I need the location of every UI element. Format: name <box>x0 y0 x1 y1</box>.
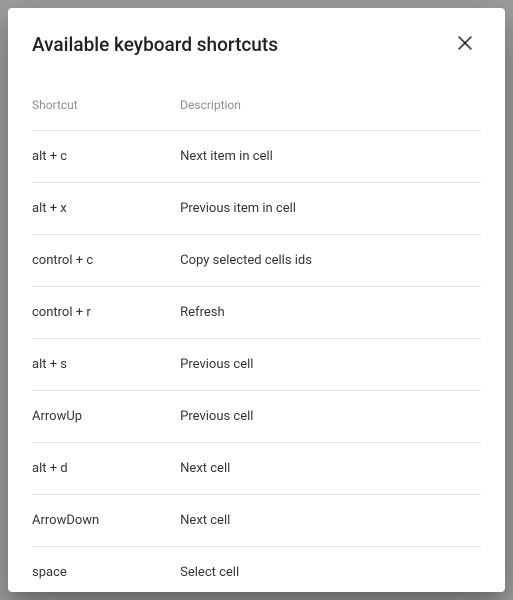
description-cell: Refresh <box>180 287 481 339</box>
shortcut-cell: alt + c <box>32 131 180 183</box>
description-cell: Next item in cell <box>180 131 481 183</box>
table-row: control + cCopy selected cells ids <box>32 235 481 287</box>
column-header-description: Description <box>180 80 481 131</box>
table-header-row: Shortcut Description <box>32 80 481 131</box>
shortcut-cell: control + c <box>32 235 180 287</box>
table-row: spaceSelect cell <box>32 547 481 593</box>
shortcut-cell: alt + s <box>32 339 180 391</box>
close-icon <box>455 33 475 56</box>
table-row: alt + xPrevious item in cell <box>32 183 481 235</box>
dialog-header: Available keyboard shortcuts <box>8 8 505 72</box>
dialog-title: Available keyboard shortcuts <box>32 33 278 56</box>
shortcuts-dialog: Available keyboard shortcuts Shortcut De… <box>8 8 505 592</box>
description-cell: Copy selected cells ids <box>180 235 481 287</box>
shortcut-cell: space <box>32 547 180 593</box>
shortcut-cell: ArrowUp <box>32 391 180 443</box>
table-row: alt + cNext item in cell <box>32 131 481 183</box>
table-row: alt + sPrevious cell <box>32 339 481 391</box>
description-cell: Next cell <box>180 443 481 495</box>
table-row: ArrowUpPrevious cell <box>32 391 481 443</box>
table-row: control + rRefresh <box>32 287 481 339</box>
shortcut-cell: alt + d <box>32 443 180 495</box>
description-cell: Select cell <box>180 547 481 593</box>
description-cell: Previous item in cell <box>180 183 481 235</box>
column-header-shortcut: Shortcut <box>32 80 180 131</box>
shortcut-cell: control + r <box>32 287 180 339</box>
shortcuts-table: Shortcut Description alt + cNext item in… <box>32 80 481 592</box>
description-cell: Next cell <box>180 495 481 547</box>
close-button[interactable] <box>449 28 481 60</box>
table-row: alt + dNext cell <box>32 443 481 495</box>
description-cell: Previous cell <box>180 339 481 391</box>
table-row: ArrowDownNext cell <box>32 495 481 547</box>
description-cell: Previous cell <box>180 391 481 443</box>
shortcuts-table-wrapper: Shortcut Description alt + cNext item in… <box>8 72 505 592</box>
shortcut-cell: ArrowDown <box>32 495 180 547</box>
shortcut-cell: alt + x <box>32 183 180 235</box>
